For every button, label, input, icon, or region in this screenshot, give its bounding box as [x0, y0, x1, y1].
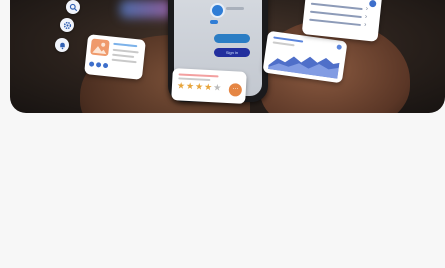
chevron-right-icon[interactable]: ›	[364, 13, 367, 21]
list-line	[309, 18, 362, 27]
chevron-right-icon[interactable]: ›	[365, 5, 368, 13]
star-icon: ★	[212, 82, 222, 93]
list-line	[309, 10, 362, 19]
settings-icon[interactable]	[60, 18, 74, 32]
star-icon: ★	[203, 81, 213, 93]
card-dots	[88, 61, 109, 69]
rating-card: ★ ★ ★ ★ ★ ⋯	[171, 68, 247, 104]
hero-image: Sign in ★ ★ ★ ★ ★ ⋯ › › ›	[10, 0, 445, 113]
status-dot	[368, 0, 377, 8]
content-area	[0, 113, 445, 268]
star-icon: ★	[176, 80, 186, 91]
phone-primary-button[interactable]	[214, 34, 250, 43]
card-line	[112, 48, 139, 54]
star-icon: ★	[194, 81, 204, 92]
content-card-left	[84, 34, 146, 80]
search-icon[interactable]	[66, 0, 80, 14]
card-line	[113, 42, 138, 48]
list-line	[310, 2, 363, 11]
screen-text-line	[226, 7, 244, 10]
phone-sign-in-button[interactable]: Sign in	[214, 48, 250, 57]
chat-bubble-icon[interactable]: ⋯	[228, 83, 243, 97]
chevron-right-icon[interactable]: ›	[364, 21, 367, 29]
star-rating: ★ ★ ★ ★ ★	[176, 80, 222, 93]
star-icon: ★	[185, 80, 195, 92]
image-icon	[90, 38, 110, 57]
toggle-switch[interactable]	[210, 20, 218, 24]
card-line	[112, 53, 135, 58]
area-chart	[267, 56, 340, 79]
card-line	[111, 58, 137, 64]
bell-icon[interactable]	[55, 38, 69, 52]
chart-dot	[336, 44, 343, 50]
avatar	[210, 3, 225, 18]
